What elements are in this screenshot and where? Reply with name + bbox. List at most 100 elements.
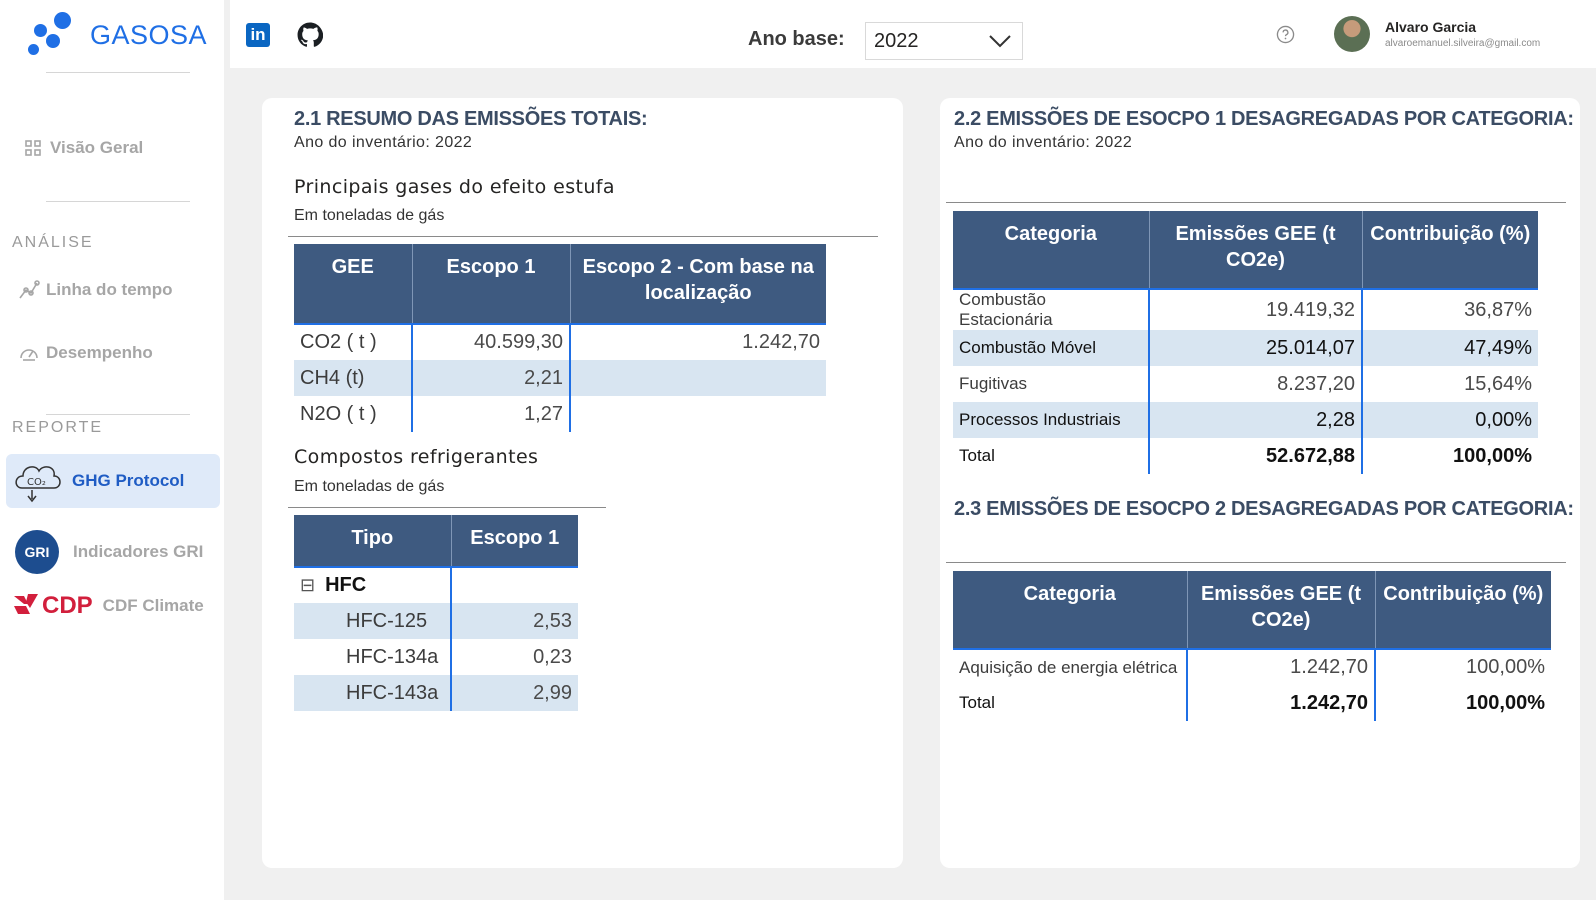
- col-header-escopo2[interactable]: Escopo 2 - Com base na localização: [570, 244, 826, 325]
- gri-logo-icon: GRI: [15, 530, 59, 574]
- linkedin-icon[interactable]: in: [246, 23, 270, 47]
- col-header-contribuicao[interactable]: Contribuição (%): [1362, 211, 1538, 290]
- scope1-table: Categoria Emissões GEE (t CO2e) Contribu…: [953, 211, 1538, 474]
- contribution-value: 47,49%: [1362, 330, 1538, 366]
- timeline-icon: [18, 279, 40, 301]
- nav-overview[interactable]: Visão Geral: [22, 137, 143, 159]
- escopo2-value: 1.242,70: [742, 331, 820, 353]
- cdp-logo-text: CDP: [42, 592, 93, 619]
- github-icon[interactable]: [297, 22, 324, 52]
- avatar[interactable]: [1334, 16, 1370, 52]
- nav-cdp-label: CDF Climate: [102, 596, 204, 615]
- table-row: Combustão Estacionária 19.419,32 36,87%: [953, 289, 1538, 330]
- divider: [46, 72, 190, 73]
- table-row: CH4 (t) 2,21: [294, 360, 826, 396]
- chevron-down-icon: [989, 35, 1011, 48]
- group-label: HFC: [325, 574, 367, 596]
- table-row: Aquisição de energia elétrica 1.242,70 1…: [953, 649, 1551, 685]
- category-name: Aquisição de energia elétrica: [953, 649, 1188, 685]
- user-email: alvaroemanuel.silveira@gmail.com: [1385, 38, 1541, 49]
- gases-title: Principais gases do efeito estufa: [294, 176, 615, 198]
- escopo1-value: 2,21: [412, 360, 571, 396]
- total-label: Total: [953, 685, 1188, 721]
- refrigerants-table: Tipo Escopo 1 ⊟ HFC HFC-125 2,53 HFC-134a…: [294, 515, 578, 711]
- nav-ghg-protocol[interactable]: CO₂ GHG Protocol: [6, 454, 220, 508]
- escopo1-value: 2,99: [451, 675, 578, 711]
- scope1-title: 2.2 EMISSÕES DE ESOCPO 1 DESAGREGADAS PO…: [954, 108, 1574, 130]
- divider: [288, 507, 606, 508]
- year-label: Ano base:: [748, 28, 845, 50]
- nav-gri-indicators[interactable]: GRI Indicadores GRI: [15, 530, 203, 574]
- card-subtitle: Ano do inventário: 2022: [294, 134, 473, 151]
- table-row: HFC-143a 2,99: [294, 675, 578, 711]
- total-contribution: 100,00%: [1466, 691, 1545, 714]
- contribution-value: 0,00%: [1362, 402, 1538, 438]
- logo-dots-icon: [24, 12, 74, 58]
- emissions-value: 8.237,20: [1149, 366, 1363, 402]
- contribution-value: 36,87%: [1464, 298, 1532, 321]
- table-row: Combustão Móvel 25.014,07 47,49%: [953, 330, 1538, 366]
- category-name: Combustão Móvel: [953, 330, 1150, 366]
- category-name: Combustão Estacionária: [953, 289, 1150, 330]
- nav-timeline[interactable]: Linha do tempo: [18, 279, 173, 301]
- total-row: Total 52.672,88 100,00%: [953, 438, 1538, 474]
- emissions-value: 19.419,32: [1149, 289, 1363, 330]
- divider: [46, 201, 190, 202]
- category-name: Fugitivas: [953, 366, 1150, 402]
- col-header-escopo1[interactable]: Escopo 1: [451, 515, 578, 568]
- app-logo[interactable]: GASOSA: [24, 12, 207, 58]
- divider: [946, 202, 1566, 203]
- category-name: Processos Industriais: [953, 402, 1150, 438]
- section-analysis-label: ANÁLISE: [12, 234, 94, 251]
- table-row: CO2 ( t ) 40.599,30 1.242,70: [294, 324, 826, 360]
- collapse-icon[interactable]: ⊟: [300, 575, 315, 595]
- col-header-gee[interactable]: GEE: [294, 244, 413, 325]
- col-header-categoria[interactable]: Categoria: [953, 571, 1188, 650]
- col-header-tipo[interactable]: Tipo: [294, 515, 452, 568]
- nav-cdp-climate[interactable]: CDP CDF Climate: [14, 592, 204, 620]
- year-value: 2022: [874, 29, 919, 52]
- escopo1-value: 0,23: [533, 645, 572, 668]
- nav-performance[interactable]: Desempenho: [18, 342, 153, 364]
- nav-ghg-label: GHG Protocol: [72, 471, 185, 490]
- total-row: Total 1.242,70 100,00%: [953, 685, 1551, 721]
- table-row: HFC-134a 0,23: [294, 639, 578, 675]
- section-report-label: REPORTE: [12, 419, 104, 436]
- total-label: Total: [953, 438, 1150, 474]
- col-header-emissoes[interactable]: Emissões GEE (t CO2e): [1187, 571, 1376, 650]
- grid-icon: [22, 137, 44, 159]
- emissions-summary-card: 2.1 RESUMO DAS EMISSÕES TOTAIS: Ano do i…: [262, 98, 903, 868]
- group-row[interactable]: ⊟ HFC: [294, 567, 578, 603]
- scope2-title: 2.3 EMISSÕES DE ESOCPO 2 DESAGREGADAS PO…: [954, 498, 1574, 520]
- gases-unit: Em toneladas de gás: [294, 207, 445, 224]
- help-icon[interactable]: [1276, 25, 1295, 48]
- emissions-value: 25.014,07: [1149, 330, 1363, 366]
- app-name: GASOSA: [90, 19, 208, 50]
- contribution-value: 15,64%: [1464, 372, 1532, 395]
- co2-cloud-icon: CO₂: [12, 458, 64, 504]
- nav-gri-label: Indicadores GRI: [73, 542, 204, 561]
- escopo1-value: 40.599,30: [412, 324, 571, 360]
- scope1-subtitle: Ano do inventário: 2022: [954, 134, 1133, 151]
- table-row: N2O ( t ) 1,27: [294, 396, 826, 432]
- divider: [46, 414, 190, 415]
- total-contribution: 100,00%: [1453, 444, 1532, 467]
- escopo1-value: 1,27: [412, 396, 571, 432]
- divider: [288, 236, 878, 237]
- nav-overview-label: Visão Geral: [50, 138, 144, 157]
- year-dropdown[interactable]: 2022: [865, 22, 1023, 60]
- col-header-escopo1[interactable]: Escopo 1: [412, 244, 571, 325]
- gas-name: CO2 ( t ): [294, 324, 413, 360]
- col-header-contribuicao[interactable]: Contribuição (%): [1375, 571, 1551, 650]
- user-name: Alvaro Garcia: [1385, 19, 1477, 35]
- gas-name: CH4 (t): [294, 360, 413, 396]
- emissions-value: 2,28: [1149, 402, 1363, 438]
- refrigerant-type: HFC-134a: [294, 639, 452, 675]
- table-row: HFC-125 2,53: [294, 603, 578, 639]
- top-bar: in Ano base: 2022 Alvaro Garcia alvaroem…: [230, 0, 1596, 68]
- card-title: 2.1 RESUMO DAS EMISSÕES TOTAIS:: [294, 108, 648, 130]
- col-header-categoria[interactable]: Categoria: [953, 211, 1150, 290]
- col-header-emissoes[interactable]: Emissões GEE (t CO2e): [1149, 211, 1363, 290]
- total-emissions: 1.242,70: [1187, 685, 1376, 721]
- scope-breakdown-card: 2.2 EMISSÕES DE ESOCPO 1 DESAGREGADAS PO…: [940, 98, 1580, 868]
